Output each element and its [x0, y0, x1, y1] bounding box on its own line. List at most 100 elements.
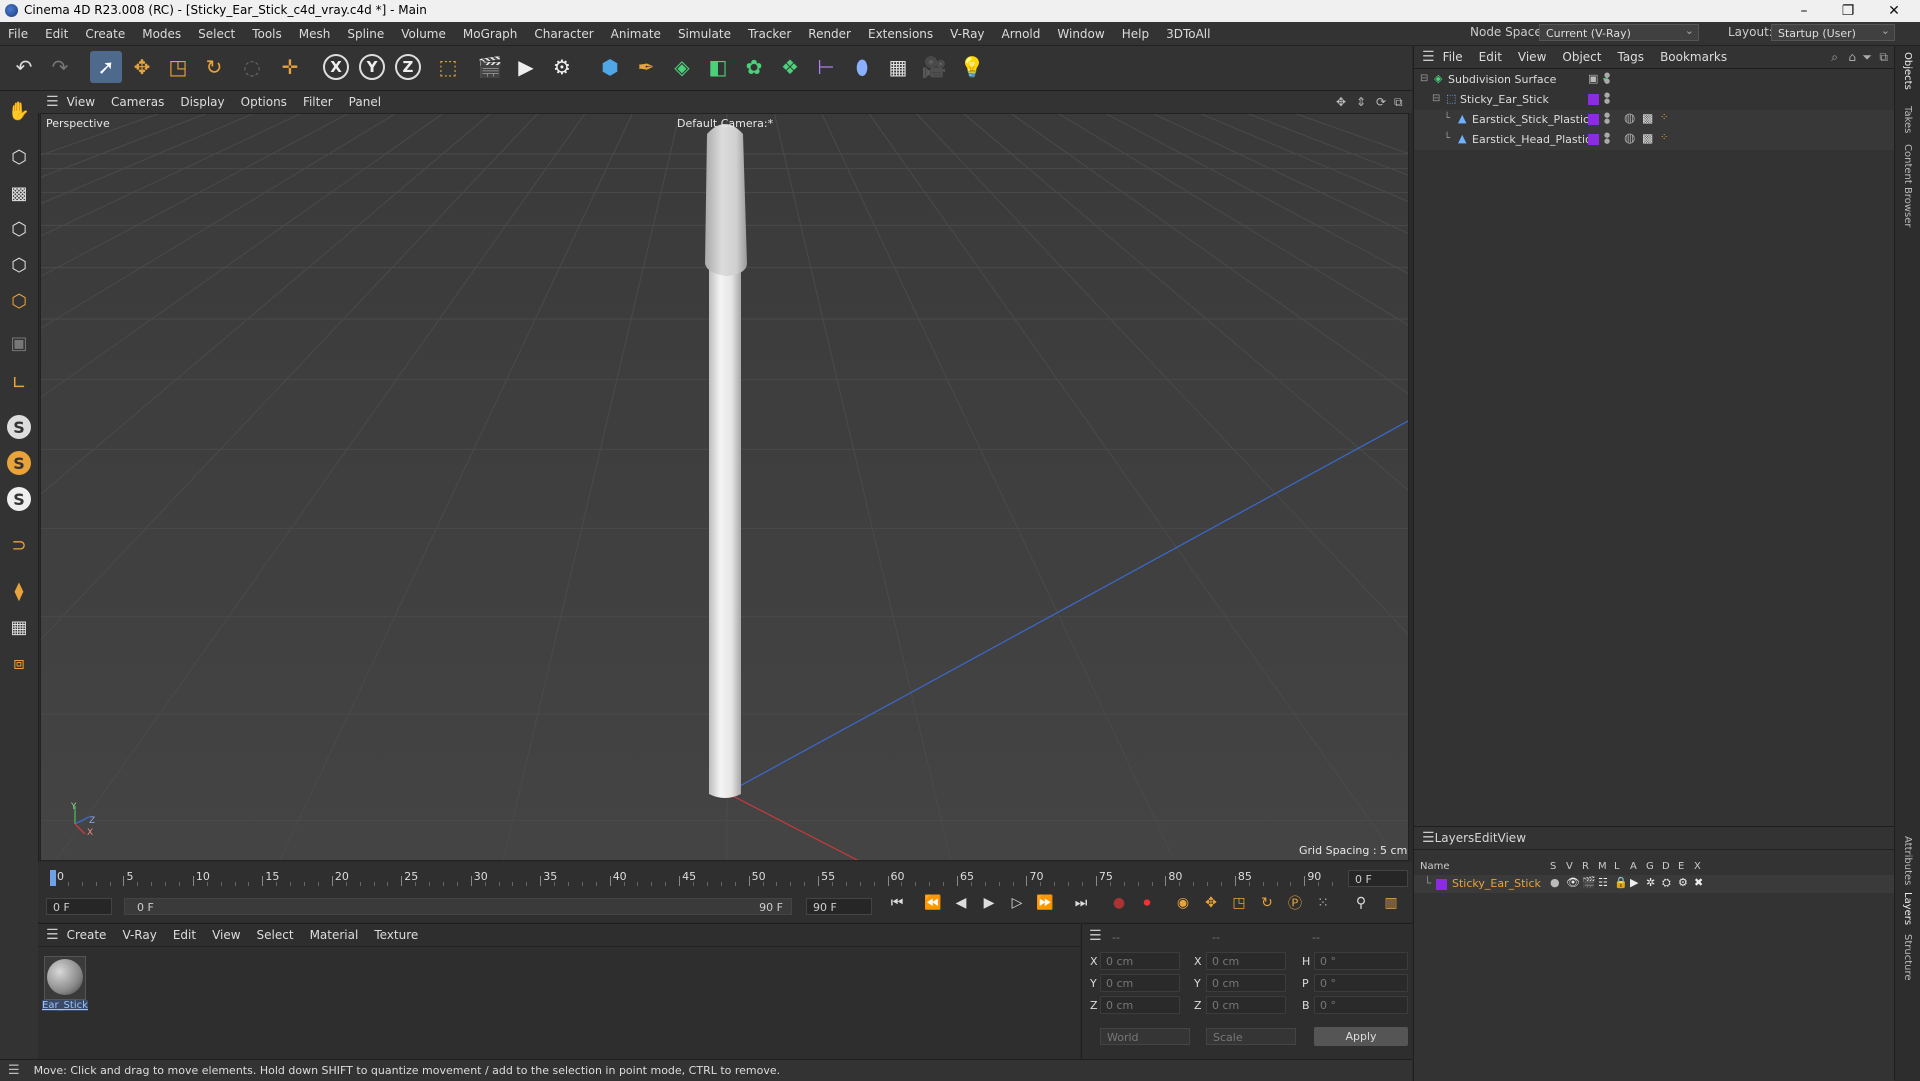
go-to-end-icon[interactable]: ⏭: [1068, 891, 1094, 915]
viewport-menu-view[interactable]: View: [67, 95, 95, 109]
object-row[interactable]: └ ▲ Earstick_Head_Plastic ● ● ◍ ▩ ⁘: [1414, 130, 1894, 150]
layout-dropdown[interactable]: Startup (User): [1771, 22, 1895, 41]
timeline-icon[interactable]: ▥: [1378, 891, 1404, 915]
new-window-icon[interactable]: ⧉: [1879, 50, 1888, 65]
layers-menu-view[interactable]: View: [1498, 831, 1526, 845]
workplane-lock-icon[interactable]: ⧈: [3, 647, 35, 679]
material-menu-view[interactable]: View: [212, 928, 240, 942]
layer-xref-icon[interactable]: ✖: [1694, 876, 1703, 889]
key-position-icon[interactable]: ✥: [1198, 891, 1224, 915]
key-scale-icon[interactable]: ◳: [1226, 891, 1252, 915]
coordinate-space-dropdown[interactable]: World: [1100, 1028, 1190, 1045]
live-select-icon[interactable]: ◌: [236, 51, 268, 83]
edges-mode-icon[interactable]: ⬡: [3, 249, 35, 281]
previous-key-icon[interactable]: ⏪: [920, 891, 946, 915]
3d-viewport[interactable]: Perspective Default Camera:* Grid Spacin…: [40, 113, 1409, 861]
key-rotation-icon[interactable]: ↻: [1254, 891, 1280, 915]
menu-arnold[interactable]: Arnold: [1002, 27, 1041, 41]
frame-range-slider[interactable]: 0 F 90 F: [124, 898, 792, 915]
layers-menu-layers[interactable]: Layers: [1435, 831, 1475, 845]
menu-file[interactable]: File: [8, 27, 28, 41]
menu-window[interactable]: Window: [1057, 27, 1104, 41]
tree-expand-icon[interactable]: └: [1444, 113, 1450, 124]
layer-render-icon[interactable]: 🎬: [1582, 876, 1596, 889]
menu-simulate[interactable]: Simulate: [678, 27, 731, 41]
layer-visible-icon[interactable]: 👁: [1566, 876, 1580, 889]
close-button[interactable]: ✕: [1872, 0, 1916, 22]
layer-color-swatch[interactable]: [1436, 879, 1447, 890]
object-name[interactable]: Sticky_Ear_Stick: [1460, 93, 1549, 106]
model-mode-icon[interactable]: ⬡: [3, 141, 35, 173]
scale-icon[interactable]: ◳: [162, 51, 194, 83]
light-icon[interactable]: 💡: [956, 51, 988, 83]
key-param-icon[interactable]: Ⓟ: [1282, 891, 1308, 915]
magnet-icon[interactable]: ⊃: [3, 529, 35, 561]
material-name[interactable]: Ear_Stick: [42, 1000, 88, 1011]
menu-extensions[interactable]: Extensions: [868, 27, 933, 41]
menu-render[interactable]: Render: [808, 27, 851, 41]
snap-icon-2[interactable]: S: [3, 447, 35, 479]
menu-create[interactable]: Create: [85, 27, 125, 41]
start-frame-field[interactable]: 0 F: [46, 898, 112, 915]
hamburger-icon[interactable]: ☰: [8, 1063, 20, 1078]
layer-lock-icon[interactable]: 🔒: [1614, 876, 1628, 889]
tree-expand-icon[interactable]: ⊟: [1420, 73, 1428, 84]
rotation-p-field[interactable]: 0 °: [1314, 974, 1408, 992]
ear-stick-shaft[interactable]: [709, 269, 741, 798]
material-thumbnail[interactable]: [44, 956, 86, 1000]
undo-icon[interactable]: ↶: [8, 51, 40, 83]
field-icon[interactable]: ⬮: [846, 51, 878, 83]
play-icon[interactable]: ▶: [976, 891, 1002, 915]
x-axis-icon[interactable]: X: [320, 51, 352, 83]
texture-tag-icon[interactable]: ▩: [1642, 131, 1653, 145]
menu-character[interactable]: Character: [534, 27, 593, 41]
end-frame-field[interactable]: 90 F: [806, 898, 872, 915]
layer-color-swatch[interactable]: [1588, 114, 1599, 125]
structure-tab[interactable]: Structure: [1902, 934, 1913, 981]
object-name[interactable]: Earstick_Head_Plastic: [1472, 133, 1591, 146]
snap-icon-3[interactable]: S: [3, 483, 35, 515]
layers-menu-edit[interactable]: Edit: [1474, 831, 1497, 845]
visibility-dots[interactable]: ● ●: [1604, 92, 1610, 105]
object-row[interactable]: ⊟ ◈ Subdivision Surface ▣ ✔ ● ●: [1414, 70, 1894, 90]
layer-color-swatch[interactable]: [1588, 94, 1599, 105]
menu-edit[interactable]: Edit: [45, 27, 68, 41]
object-menu-edit[interactable]: Edit: [1479, 50, 1502, 64]
record-inactive-icon[interactable]: ●: [1106, 891, 1132, 915]
viewport-menu-filter[interactable]: Filter: [303, 95, 333, 109]
deformer-icon[interactable]: ⊢: [810, 51, 842, 83]
ear-stick-head[interactable]: [705, 124, 747, 276]
timeline-ruler[interactable]: 0 5 10 15 20 25 30 35 40 45 50 55 60 65 70 75 80 85 90: [46, 864, 1338, 888]
object-menu-bookmarks[interactable]: Bookmarks: [1660, 50, 1727, 64]
menu-animate[interactable]: Animate: [611, 27, 661, 41]
layer-generators-icon[interactable]: ✲: [1646, 876, 1655, 889]
object-name[interactable]: Earstick_Stick_Plastic: [1472, 113, 1589, 126]
vray-material-tag-icon[interactable]: ◍: [1624, 131, 1635, 146]
menu-3dtoall[interactable]: 3DToAll: [1166, 27, 1210, 41]
layer-solo-icon[interactable]: ●: [1550, 876, 1560, 889]
rotation-b-field[interactable]: 0 °: [1314, 996, 1408, 1014]
cube-icon[interactable]: ⬢: [594, 51, 626, 83]
rotate-icon[interactable]: ↻: [198, 51, 230, 83]
hamburger-icon[interactable]: ☰: [1422, 830, 1435, 846]
attributes-tab[interactable]: Attributes: [1902, 836, 1913, 885]
visibility-dots[interactable]: ● ●: [1604, 132, 1610, 145]
menu-select[interactable]: Select: [198, 27, 235, 41]
pen-icon[interactable]: ✒: [630, 51, 662, 83]
search-icon[interactable]: ⌕: [1831, 50, 1838, 65]
previous-frame-icon[interactable]: ◀: [948, 891, 974, 915]
menu-help[interactable]: Help: [1122, 27, 1149, 41]
minimize-button[interactable]: –: [1782, 0, 1826, 22]
viewport-menu-options[interactable]: Options: [241, 95, 287, 109]
home-icon[interactable]: ⌂: [1848, 50, 1856, 64]
layer-manager-icon[interactable]: ☷: [1598, 876, 1608, 889]
select-cursor-icon[interactable]: ➚: [90, 51, 122, 83]
keyframe-selection-icon[interactable]: ◉: [1170, 891, 1196, 915]
menu-tools[interactable]: Tools: [252, 27, 282, 41]
next-key-icon[interactable]: ⏩: [1032, 891, 1058, 915]
render-region-icon[interactable]: 🎬: [474, 51, 506, 83]
phong-tag-icon[interactable]: ⁘: [1660, 112, 1668, 123]
viewport-menu-panel[interactable]: Panel: [349, 95, 381, 109]
render-view-icon[interactable]: ▶: [510, 51, 542, 83]
layers-tab[interactable]: Layers: [1902, 892, 1913, 925]
